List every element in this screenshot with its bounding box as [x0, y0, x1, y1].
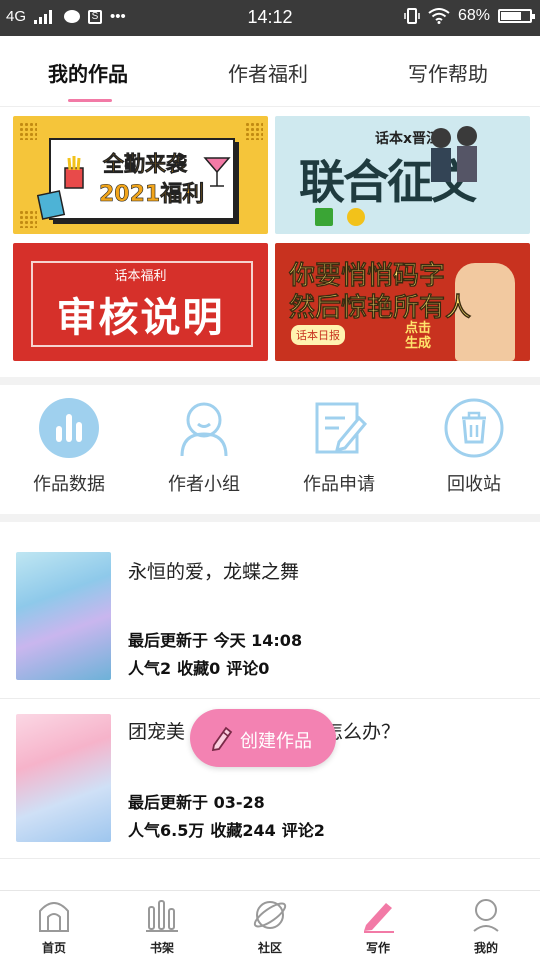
action-recycle-bin[interactable]: 回收站 — [414, 398, 534, 498]
banner-joint-contest[interactable]: 话本x晋江 联合征文 — [275, 116, 530, 234]
edit-document-icon — [315, 402, 368, 454]
tab-writing-help[interactable]: 写作帮助 — [408, 58, 488, 87]
home-icon — [39, 902, 69, 932]
work-title-start: 团宠美 — [128, 721, 186, 743]
dots-decoration — [19, 210, 37, 228]
banner-review-guide[interactable]: 话本福利 审核说明 — [13, 243, 268, 361]
book-icon — [37, 190, 66, 220]
status-right: 68% — [404, 7, 535, 25]
jjwxc-logo-icon — [315, 208, 333, 226]
pen-icon — [364, 903, 394, 933]
work-stats: 人气2 收藏0 评论0 — [128, 655, 275, 679]
work-updated: 最后更新于 今天 14:08 — [128, 631, 303, 650]
top-tabs: 我的作品 作者福利 写作帮助 — [0, 36, 540, 107]
work-stats: 人气6.5万 收藏244 评论2 — [128, 817, 331, 841]
work-favorites: 收藏0 — [177, 659, 221, 678]
work-comments: 评论0 — [226, 659, 270, 678]
planet-icon — [253, 901, 287, 929]
action-author-group[interactable]: 作者小组 — [144, 398, 264, 498]
battery-icon — [498, 9, 535, 23]
banner1-line2: 2021福利 — [99, 182, 205, 208]
work-updated: 最后更新于 03-28 — [128, 793, 265, 812]
nav-write[interactable]: 写作 — [324, 895, 432, 957]
nav-bookshelf[interactable]: 书架 — [108, 895, 216, 957]
bar-chart-icon — [39, 398, 99, 458]
work-comments: 评论2 — [281, 821, 325, 840]
tab-my-works[interactable]: 我的作品 — [48, 58, 128, 87]
bookshelf-icon — [146, 900, 178, 932]
nav-community[interactable]: 社区 — [216, 895, 324, 957]
nav-label: 我的 — [473, 941, 498, 955]
dots-decoration — [19, 122, 37, 140]
trash-icon — [444, 398, 504, 458]
huaben-logo-icon — [347, 208, 365, 226]
create-work-label: 创建作品 — [240, 731, 312, 752]
nav-label: 社区 — [257, 941, 282, 955]
action-work-application[interactable]: 作品申请 — [279, 398, 399, 498]
action-work-data[interactable]: 作品数据 — [9, 398, 129, 498]
work-favorites: 收藏244 — [210, 821, 276, 840]
action-label: 作品数据 — [33, 474, 105, 495]
fries-icon — [64, 156, 84, 189]
action-label: 作品申请 — [303, 474, 375, 495]
dots-decoration — [245, 122, 263, 140]
nav-label: 写作 — [365, 941, 390, 955]
work-cover-image — [16, 552, 111, 680]
pencil-icon — [211, 726, 233, 751]
cocktail-icon — [203, 157, 231, 187]
section-divider — [0, 377, 540, 385]
action-label: 回收站 — [447, 474, 501, 495]
wifi-icon — [428, 8, 450, 24]
characters-illustration — [431, 126, 477, 182]
tab-author-benefits[interactable]: 作者福利 — [228, 58, 308, 87]
nav-label: 书架 — [149, 941, 174, 955]
banner4-line2: 然后惊艳所有人 — [289, 293, 472, 324]
nav-home[interactable]: 首页 — [0, 895, 108, 957]
banner3-small: 话本福利 — [114, 269, 167, 284]
work-cover-image — [16, 714, 111, 842]
banner-attendance-benefit[interactable]: 全勤来袭 2021福利 — [13, 116, 268, 234]
banner4-tag: 话本日报 — [291, 325, 345, 345]
status-bar: 4G S ••• 14:12 68% — [0, 0, 540, 36]
active-tab-indicator — [68, 99, 112, 102]
banner1-line1: 全勤来袭 — [103, 152, 188, 177]
bottom-nav: 首页 书架 社区 写作 我的 — [0, 890, 540, 961]
action-label: 作者小组 — [168, 474, 240, 495]
banner3-big: 审核说明 — [56, 295, 225, 341]
section-divider — [0, 514, 540, 522]
work-popularity: 人气2 — [128, 659, 172, 678]
vibrate-icon — [404, 8, 420, 24]
group-icon — [180, 402, 228, 457]
work-item[interactable]: 永恒的爱，龙蝶之舞 最后更新于 今天 14:08 人气2 收藏0 评论0 — [0, 538, 540, 699]
battery-label: 68% — [457, 7, 490, 24]
profile-icon — [473, 899, 499, 932]
work-title: 永恒的爱，龙蝶之舞 — [128, 561, 300, 583]
create-work-button[interactable]: 创建作品 — [190, 709, 336, 767]
nav-mine[interactable]: 我的 — [432, 895, 540, 957]
banner4-cta: 点击生成 — [405, 321, 432, 351]
work-popularity: 人气6.5万 — [128, 821, 205, 840]
banner-secret-writing[interactable]: 你要悄悄码字 然后惊艳所有人 话本日报 点击生成 — [275, 243, 530, 361]
nav-label: 首页 — [41, 941, 66, 955]
